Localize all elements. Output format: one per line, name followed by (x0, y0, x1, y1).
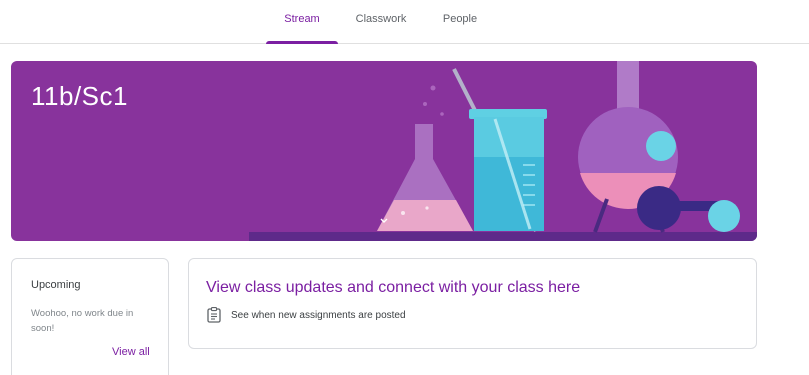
updates-item-text: See when new assignments are posted (231, 309, 406, 321)
updates-title: View class updates and connect with your… (206, 279, 581, 296)
tab-people-label: People (442, 13, 478, 25)
upcoming-message: Woohoo, no work due in soon! (31, 308, 134, 334)
top-nav: Stream Classwork People (0, 0, 809, 44)
tab-classwork-label: Classwork (355, 13, 407, 25)
class-banner: 11b/Sc1 (11, 61, 757, 241)
class-updates-card[interactable]: View class updates and connect with your… (188, 258, 757, 349)
tab-stream[interactable]: Stream (266, 0, 338, 44)
upcoming-title: Upcoming (31, 279, 81, 291)
updates-item: See when new assignments are posted (207, 307, 406, 323)
tab-classwork[interactable]: Classwork (346, 0, 416, 44)
tab-stream-label: Stream (284, 13, 320, 25)
science-illustration (249, 61, 757, 241)
flask-icon (377, 124, 473, 231)
clipboard-icon (207, 307, 221, 323)
shelf (249, 232, 757, 241)
view-all-link[interactable]: View all (112, 346, 150, 358)
molecule-ball-cyan (646, 131, 676, 161)
beaker-icon (469, 109, 547, 231)
molecule-ball-cyan-2 (708, 200, 740, 232)
upcoming-card: Upcoming Woohoo, no work due in soon! Vi… (11, 258, 169, 375)
tab-people[interactable]: People (432, 0, 488, 44)
